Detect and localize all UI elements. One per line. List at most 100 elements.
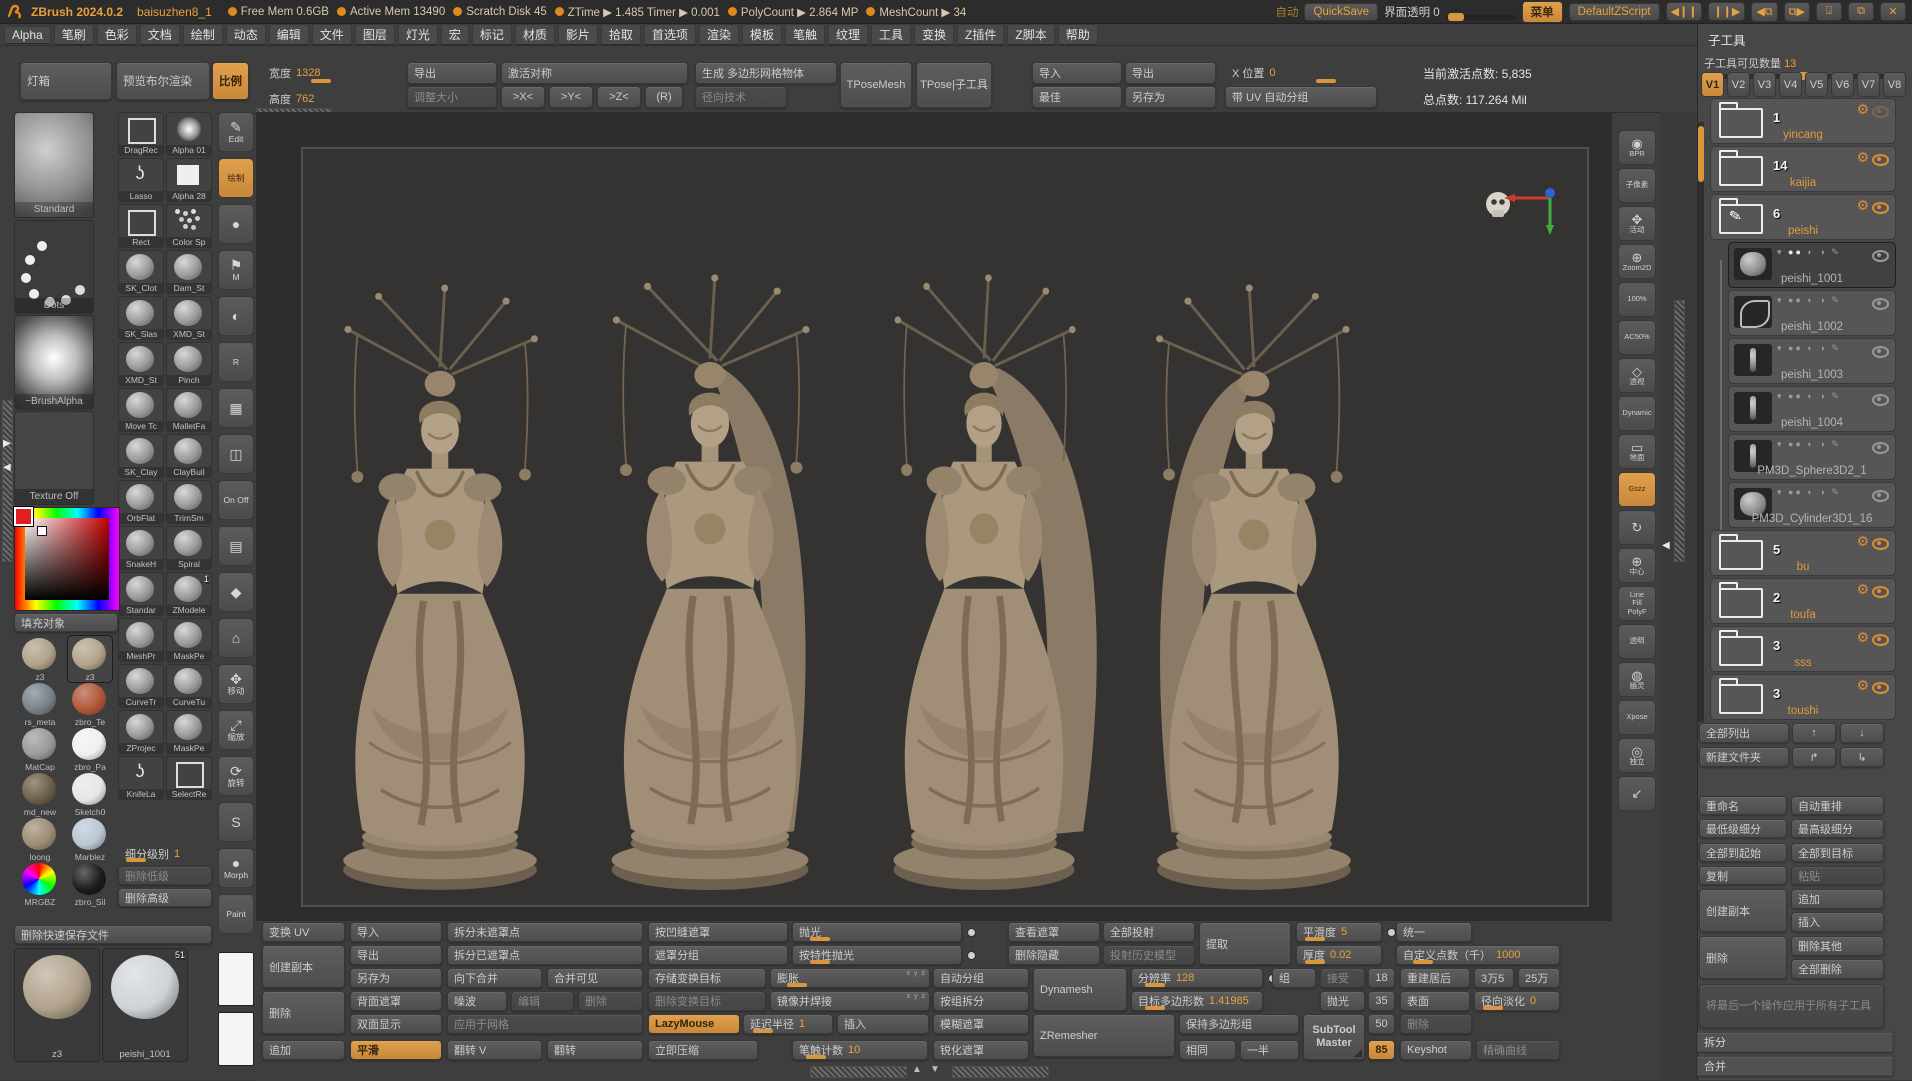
resolution-slider[interactable]: 分辨率 128 (1131, 968, 1263, 988)
brush-TrimSm-17[interactable]: TrimSm (166, 480, 212, 524)
thickness-slider-slider-handle[interactable] (1305, 960, 1326, 964)
brush-XMD_St-10[interactable]: XMD_St (118, 342, 164, 386)
current-material-peishi_1001[interactable]: 51 peishi_1001 (102, 948, 188, 1062)
fill-object-button[interactable]: 填充对象 (14, 613, 118, 632)
paint-button[interactable]: Paint (218, 894, 254, 934)
brush-SK_Clot-6[interactable]: SK_Clot (118, 250, 164, 294)
symmetry-y-button[interactable]: >Y< (549, 86, 593, 108)
floor-button[interactable]: ▭ 地面 (1618, 434, 1656, 469)
floor-grid-button[interactable]: ▦ (218, 388, 254, 428)
left-divider-close-icon[interactable]: ◀ (3, 462, 11, 473)
preset-250k-button[interactable]: 25万 (1518, 968, 1560, 988)
brush-Move Tc-12[interactable]: Move Tc (118, 388, 164, 432)
unify-button[interactable]: 统一 (1396, 922, 1472, 942)
move-button[interactable]: ✥ 移动 (218, 664, 254, 704)
menu-渲染[interactable]: 渲染 (698, 24, 739, 45)
smooth-button[interactable]: 平滑 (350, 1040, 442, 1060)
folder-kaijia[interactable]: 14 kaijia ⚙ (1710, 146, 1896, 192)
value-85[interactable]: 85 (1368, 1040, 1395, 1060)
polish-slider[interactable]: 抛光 (792, 922, 962, 942)
noise-edit-button[interactable]: 编辑 (511, 991, 574, 1011)
color-picker-field[interactable] (25, 518, 109, 600)
dynamesh-button[interactable]: Dynamesh (1033, 968, 1127, 1011)
rebuild-button[interactable]: 重建居后 (1400, 968, 1470, 988)
brush-preview-Dots[interactable]: Dots (14, 220, 94, 314)
inflate-slider-slider-handle[interactable] (786, 983, 807, 987)
bottom-scroll-right[interactable] (952, 1066, 1049, 1078)
zadd-button[interactable]: ◐ (218, 296, 254, 336)
minimize-icon[interactable]: ⍗ (1816, 2, 1842, 21)
dynamic-button[interactable]: Dynamic (1618, 396, 1656, 431)
smoothness-slider[interactable]: 平滑度 5 (1296, 922, 1382, 942)
resize-button[interactable]: 调整大小 (407, 86, 497, 108)
on-off-button[interactable]: On Off (218, 480, 254, 520)
menu-Z脚本[interactable]: Z脚本 (1007, 24, 1055, 45)
folder-toufa[interactable]: 2 toufa ⚙ (1710, 578, 1896, 624)
sharpen-mask-button[interactable]: 锐化遮罩 (933, 1040, 1029, 1060)
menu-Alpha[interactable]: Alpha (4, 25, 51, 44)
current-material-z3[interactable]: z3 (14, 948, 100, 1062)
subtool-peishi_1002[interactable]: ▾ ●● ◐ ◑ ✎ peishi_1002 (1728, 290, 1896, 336)
same-button[interactable]: 相同 (1179, 1040, 1236, 1060)
tpose-subtool-button[interactable]: TPose|子工具 (916, 62, 992, 108)
brush-XMD_St-9[interactable]: XMD_St (166, 296, 212, 340)
brush-ZModele-21[interactable]: 1 ZModele (166, 572, 212, 616)
doc-height-slider[interactable]: 高度 762 (262, 88, 402, 110)
project-history-button[interactable]: 投射历史模型 (1103, 945, 1195, 965)
merge-down-button[interactable]: 向下合并 (447, 968, 542, 988)
brush-MaskPe-23[interactable]: MaskPe (166, 618, 212, 662)
zr-polish-button[interactable]: 抛光 (1320, 991, 1365, 1011)
bp-append-button[interactable]: 追加 (262, 1040, 345, 1060)
auto-reorder-button[interactable]: 自动重排 (1791, 796, 1884, 815)
gear-icon[interactable]: ⚙ (1856, 629, 1869, 646)
group-button[interactable]: 组 (1272, 968, 1316, 988)
subpixel-button[interactable]: 子像素 (1618, 168, 1656, 203)
material-Marblez-9[interactable]: Marblez (68, 816, 112, 862)
stroke-count-slider[interactable]: 笔触计数 10 (792, 1040, 928, 1060)
material-z3-1[interactable]: z3 (67, 635, 113, 683)
menu-色彩[interactable]: 色彩 (96, 24, 137, 45)
visibility-eye-icon[interactable] (1872, 346, 1889, 358)
solo-button[interactable]: ◎ 独立 (1618, 738, 1656, 773)
smoothness-slider-slider-handle[interactable] (1305, 937, 1326, 941)
keyshot-button[interactable]: Keyshot (1400, 1040, 1472, 1060)
visibility-eye-icon[interactable] (1872, 538, 1889, 550)
blur-mask-button[interactable]: 模糊遮罩 (933, 1014, 1029, 1034)
delete-morph-target-button[interactable]: 删除变换目标 (648, 991, 766, 1011)
all-to-start-button[interactable]: 全部到起始 (1699, 843, 1787, 862)
doc-width-slider-slider-handle[interactable] (311, 79, 332, 83)
visibility-eye-icon[interactable] (1872, 634, 1889, 646)
subtool-mini-icons[interactable]: ▾ ●● ◐ ◑ ✎ (1777, 439, 1841, 450)
doc-export-button[interactable]: 导出 (407, 62, 497, 84)
version-V1[interactable]: V1 (1701, 72, 1724, 97)
quicksave-button[interactable]: QuickSave (1304, 2, 1379, 21)
scroll-down-icon[interactable]: ▼ (930, 1064, 940, 1075)
x-position-slider-slider-handle[interactable] (1316, 79, 1336, 83)
split-unmasked-button[interactable]: 拆分未遮罩点 (447, 922, 643, 942)
menu-拾取[interactable]: 拾取 (600, 24, 641, 45)
delete-all-button[interactable]: 全部删除 (1791, 959, 1884, 979)
nav-arrow-button[interactable]: ↙ (1618, 776, 1656, 811)
rename-button[interactable]: 重命名 (1699, 796, 1787, 815)
mrgb-sphere-icon[interactable]: ● (218, 204, 254, 244)
subdiv-level-slider[interactable]: 细分级别 1 (118, 845, 212, 863)
mirror-and-weld-button[interactable]: 镜像并焊接 x y z (770, 991, 930, 1011)
visibility-eye-icon[interactable] (1872, 586, 1889, 598)
subtool-mini-icons[interactable]: ▾ ●● ◐ ◑ ✎ (1777, 247, 1841, 258)
version-V7[interactable]: V7 (1857, 72, 1880, 97)
material-rs_meta-2[interactable]: rs_meta (18, 681, 62, 727)
lightbox-button[interactable]: 灯箱 (20, 62, 112, 100)
zremesher-button[interactable]: ZRemesher (1033, 1014, 1175, 1057)
duplicate-button[interactable]: 创建副本 (1699, 889, 1787, 932)
bottom-scroll-left[interactable] (810, 1066, 907, 1078)
folder-yincang[interactable]: 1 yincang ⚙ (1710, 98, 1896, 144)
brush-Dam_St-7[interactable]: Dam_St (166, 250, 212, 294)
brush-OrbFlat-16[interactable]: OrbFlat (118, 480, 164, 524)
brush-Color Sp-5[interactable]: Color Sp (166, 204, 212, 248)
target-polycount-slider-slider-handle[interactable] (1145, 1006, 1165, 1010)
morph-button[interactable]: ● Morph (218, 848, 254, 888)
radial-tech-button[interactable]: 径向技术 (695, 86, 787, 108)
rgb-button[interactable]: R (218, 342, 254, 382)
menu-影片[interactable]: 影片 (557, 24, 598, 45)
tool-import-button[interactable]: 导入 (1032, 62, 1122, 84)
